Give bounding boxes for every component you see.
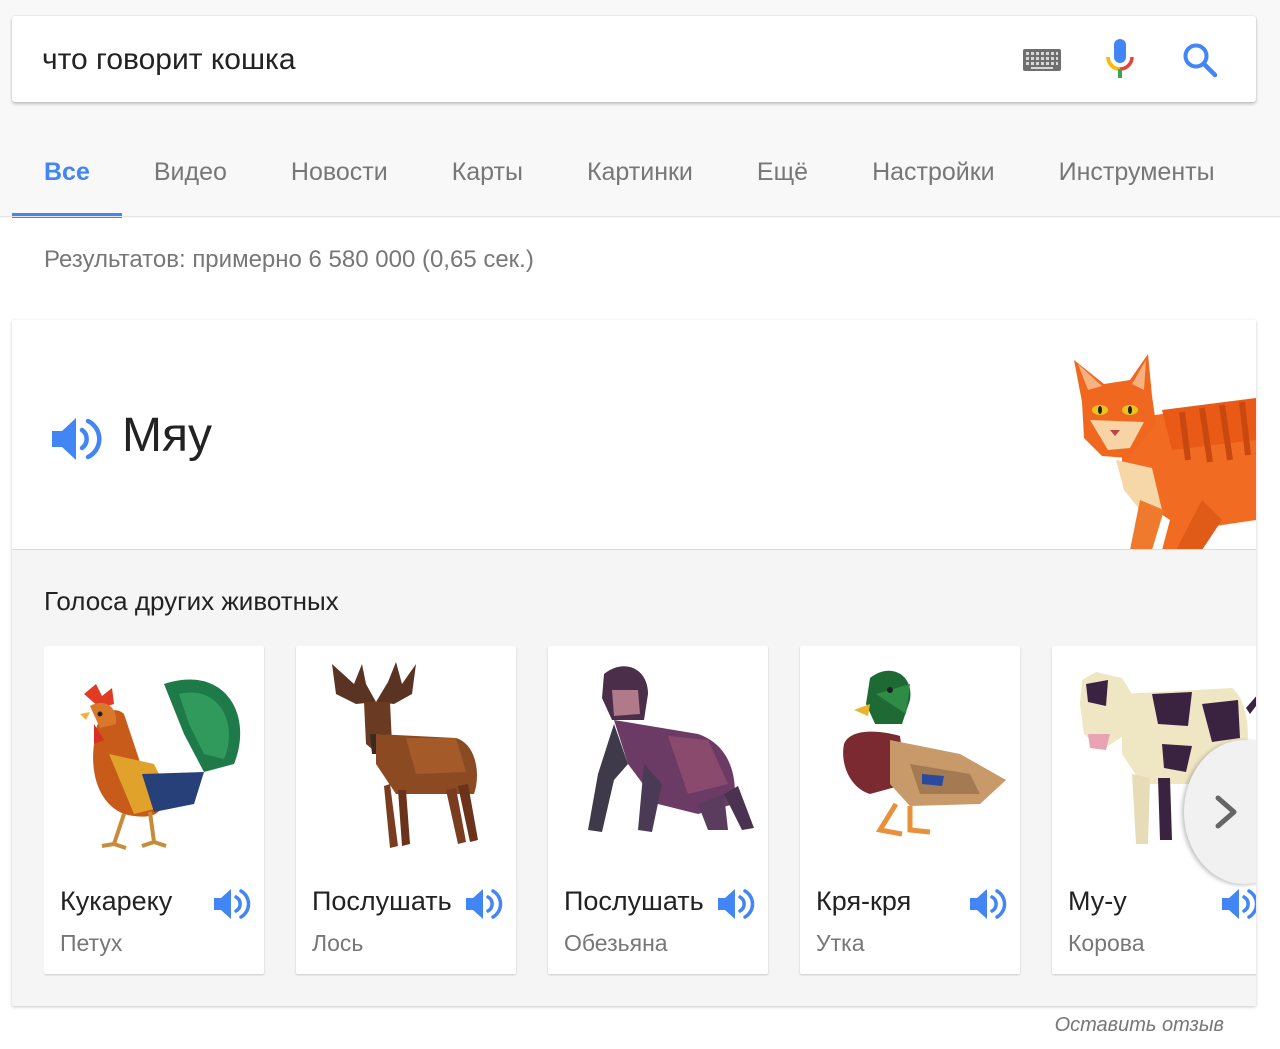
gorilla-illustration	[588, 666, 754, 832]
other-animals-title: Голоса других животных	[44, 586, 339, 616]
speaker-icon[interactable]	[212, 886, 252, 922]
microphone-icon	[1106, 39, 1134, 78]
result-stats: Результатов: примерно 6 580 000 (0,65 се…	[44, 246, 534, 273]
animal-name: Обезьяна	[564, 930, 668, 956]
keyboard-icon	[1023, 49, 1061, 71]
speaker-icon[interactable]	[716, 886, 756, 922]
tab-video[interactable]: Видео	[122, 128, 259, 216]
moose-illustration	[332, 662, 478, 848]
duck-illustration	[843, 670, 1006, 837]
chevron-right-icon	[1215, 795, 1237, 829]
animal-sound-label: Послушать	[564, 886, 704, 916]
tab-maps[interactable]: Карты	[420, 128, 555, 216]
other-animals-panel: Голоса других животных Кукареку Петух По…	[12, 550, 1256, 1006]
tabs-divider	[0, 216, 1280, 217]
animal-sound-label: Кукареку	[60, 886, 173, 916]
animal-name: Лось	[312, 930, 364, 956]
keyboard-button[interactable]	[1020, 38, 1064, 82]
search-button[interactable]	[1178, 38, 1222, 82]
animal-card-moose[interactable]: Послушать Лось	[296, 646, 516, 974]
animal-sound-card: Мяу Голоса других животных Кукареку Пету…	[12, 320, 1256, 1006]
speaker-icon[interactable]	[968, 886, 1008, 922]
animal-card-duck[interactable]: Кря-кря Утка	[800, 646, 1020, 974]
animal-sound-label: Му-у	[1068, 886, 1127, 916]
voice-search-button[interactable]	[1098, 38, 1142, 82]
animal-name: Утка	[816, 930, 865, 956]
search-header: Все Видео Новости Карты Картинки Ещё Нас…	[0, 0, 1280, 218]
tab-more[interactable]: Ещё	[725, 128, 840, 216]
answer-panel: Мяу	[12, 320, 1256, 550]
search-input[interactable]	[42, 38, 942, 82]
animal-card-gorilla[interactable]: Послушать Обезьяна	[548, 646, 768, 974]
rooster-illustration	[80, 679, 241, 850]
speaker-icon[interactable]	[464, 886, 504, 922]
animal-name: Петух	[60, 930, 123, 956]
tab-news[interactable]: Новости	[259, 128, 420, 216]
search-icon	[1183, 43, 1218, 78]
animal-name: Корова	[1068, 930, 1145, 956]
search-box	[12, 16, 1256, 102]
speaker-icon[interactable]	[1220, 886, 1256, 922]
feedback-link[interactable]: Оставить отзыв	[1055, 1014, 1224, 1037]
cat-illustration	[1074, 354, 1256, 550]
speaker-icon[interactable]	[48, 412, 102, 466]
tab-settings[interactable]: Настройки	[840, 128, 1027, 216]
animal-sound-label: Послушать	[312, 886, 452, 916]
animal-sound-label: Кря-кря	[816, 886, 912, 916]
search-tabs: Все Видео Новости Карты Картинки Ещё Нас…	[12, 128, 1247, 218]
tab-images[interactable]: Картинки	[555, 128, 725, 216]
animal-carousel: Кукареку Петух Послушать Лось Послушать …	[44, 646, 1256, 976]
tab-all[interactable]: Все	[12, 128, 122, 218]
answer-sound: Мяу	[122, 409, 212, 462]
animal-card-rooster[interactable]: Кукареку Петух	[44, 646, 264, 974]
tab-tools[interactable]: Инструменты	[1027, 128, 1247, 216]
